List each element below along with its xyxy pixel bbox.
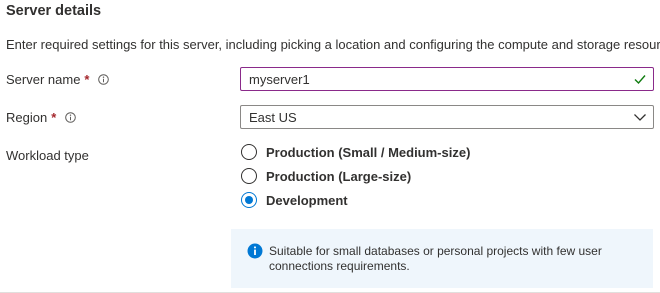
info-icon[interactable] [65,112,77,123]
workload-type-label-text: Workload type [6,148,89,163]
radio-selected-dot [245,196,253,204]
radio-button-selected[interactable] [241,192,257,208]
region-selected-value: East US [249,110,297,125]
info-filled-icon [247,243,263,259]
server-name-label-text: Server name [6,72,81,87]
checkmark-icon [633,72,647,86]
server-name-label: Server name * [6,72,110,87]
radio-option-development[interactable]: Development [241,190,348,210]
required-marker: * [84,72,90,87]
workload-type-label: Workload type [6,148,89,163]
radio-button[interactable] [241,168,257,184]
radio-label[interactable]: Production (Small / Medium-size) [266,145,470,160]
server-name-input[interactable] [249,71,609,87]
region-label: Region * [6,110,77,125]
section-description: Enter required settings for this server,… [6,37,660,52]
region-dropdown[interactable]: East US [240,105,654,129]
info-banner-text: Suitable for small databases or personal… [269,244,602,273]
info-banner: Suitable for small databases or personal… [231,229,653,288]
server-name-input-box[interactable] [240,67,654,91]
required-marker: * [51,110,57,125]
radio-button[interactable] [241,144,257,160]
radio-label[interactable]: Production (Large-size) [266,169,411,184]
section-title: Server details [6,3,102,19]
radio-option-production-large[interactable]: Production (Large-size) [241,166,411,186]
radio-label[interactable]: Development [266,193,348,208]
region-label-text: Region [6,110,48,125]
info-icon[interactable] [98,74,110,85]
chevron-down-icon[interactable] [633,110,647,124]
radio-option-production-small-medium[interactable]: Production (Small / Medium-size) [241,142,470,162]
